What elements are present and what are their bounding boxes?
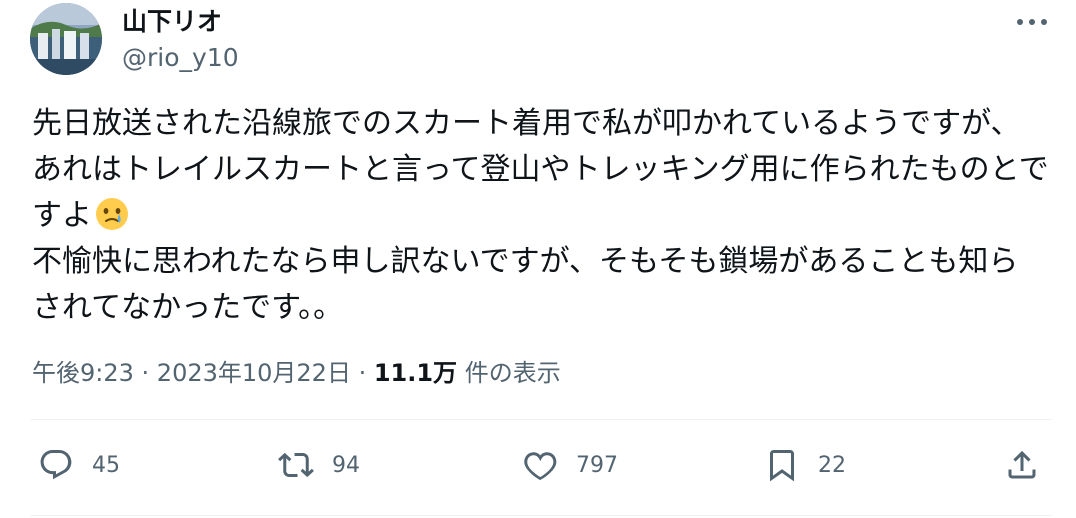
more-options-button[interactable]	[1010, 6, 1054, 38]
meta-separator: ·	[133, 359, 157, 387]
bookmark-button[interactable]: 22	[764, 443, 846, 487]
tweet-text-line: すよ	[32, 193, 1052, 239]
views-label: 件の表示	[457, 359, 561, 387]
tweet-text-line: 先日放送された沿線旅でのスカート着用で私が叩かれているようですが、	[32, 106, 1021, 141]
tweet-text-line: あれはトレイルスカートと言って登山やトレッキング用に作られたものとで	[32, 152, 1049, 187]
reply-icon	[38, 447, 74, 483]
tweet-text-line: 不愉快に思われたなら申し訳ないですが、そもそも鎖場があることも知ら	[32, 244, 1019, 279]
share-button[interactable]	[1004, 443, 1040, 487]
display-name[interactable]: 山下リオ	[122, 6, 222, 38]
reply-count: 45	[92, 452, 120, 478]
share-icon	[1004, 447, 1040, 483]
tweet-time[interactable]: 午後9:23	[32, 359, 134, 387]
bookmark-icon	[764, 447, 800, 483]
meta-separator: ·	[350, 359, 374, 387]
tweet-text: 先日放送された沿線旅でのスカート着用で私が叩かれているようですが、 あれはトレイ…	[32, 101, 1052, 331]
bookmark-count: 22	[818, 452, 846, 478]
avatar[interactable]	[30, 3, 102, 75]
tweet-card: 山下リオ @rio_y10 先日放送された沿線旅でのスカート着用で私が叩かれてい…	[0, 0, 1076, 518]
tweet-text-line: されてなかったです。。	[32, 290, 344, 325]
divider	[30, 515, 1052, 516]
retweet-icon	[278, 447, 314, 483]
like-count: 797	[576, 452, 618, 478]
tweet-date[interactable]: 2023年10月22日	[157, 359, 351, 387]
like-button[interactable]: 797	[522, 443, 618, 487]
retweet-button[interactable]: 94	[278, 443, 360, 487]
retweet-count: 94	[332, 452, 360, 478]
face-holding-back-tears-icon	[94, 196, 130, 232]
divider	[30, 419, 1052, 420]
reply-button[interactable]: 45	[38, 443, 120, 487]
tweet-text-fragment: すよ	[32, 198, 92, 233]
tweet-meta: 午後9:23 · 2023年10月22日 · 11.1万 件の表示	[32, 356, 561, 390]
avatar-image	[30, 3, 102, 75]
heart-icon	[522, 447, 558, 483]
views-count[interactable]: 11.1万	[374, 359, 457, 387]
user-handle[interactable]: @rio_y10	[122, 42, 239, 74]
more-dots-icon	[1017, 19, 1047, 25]
